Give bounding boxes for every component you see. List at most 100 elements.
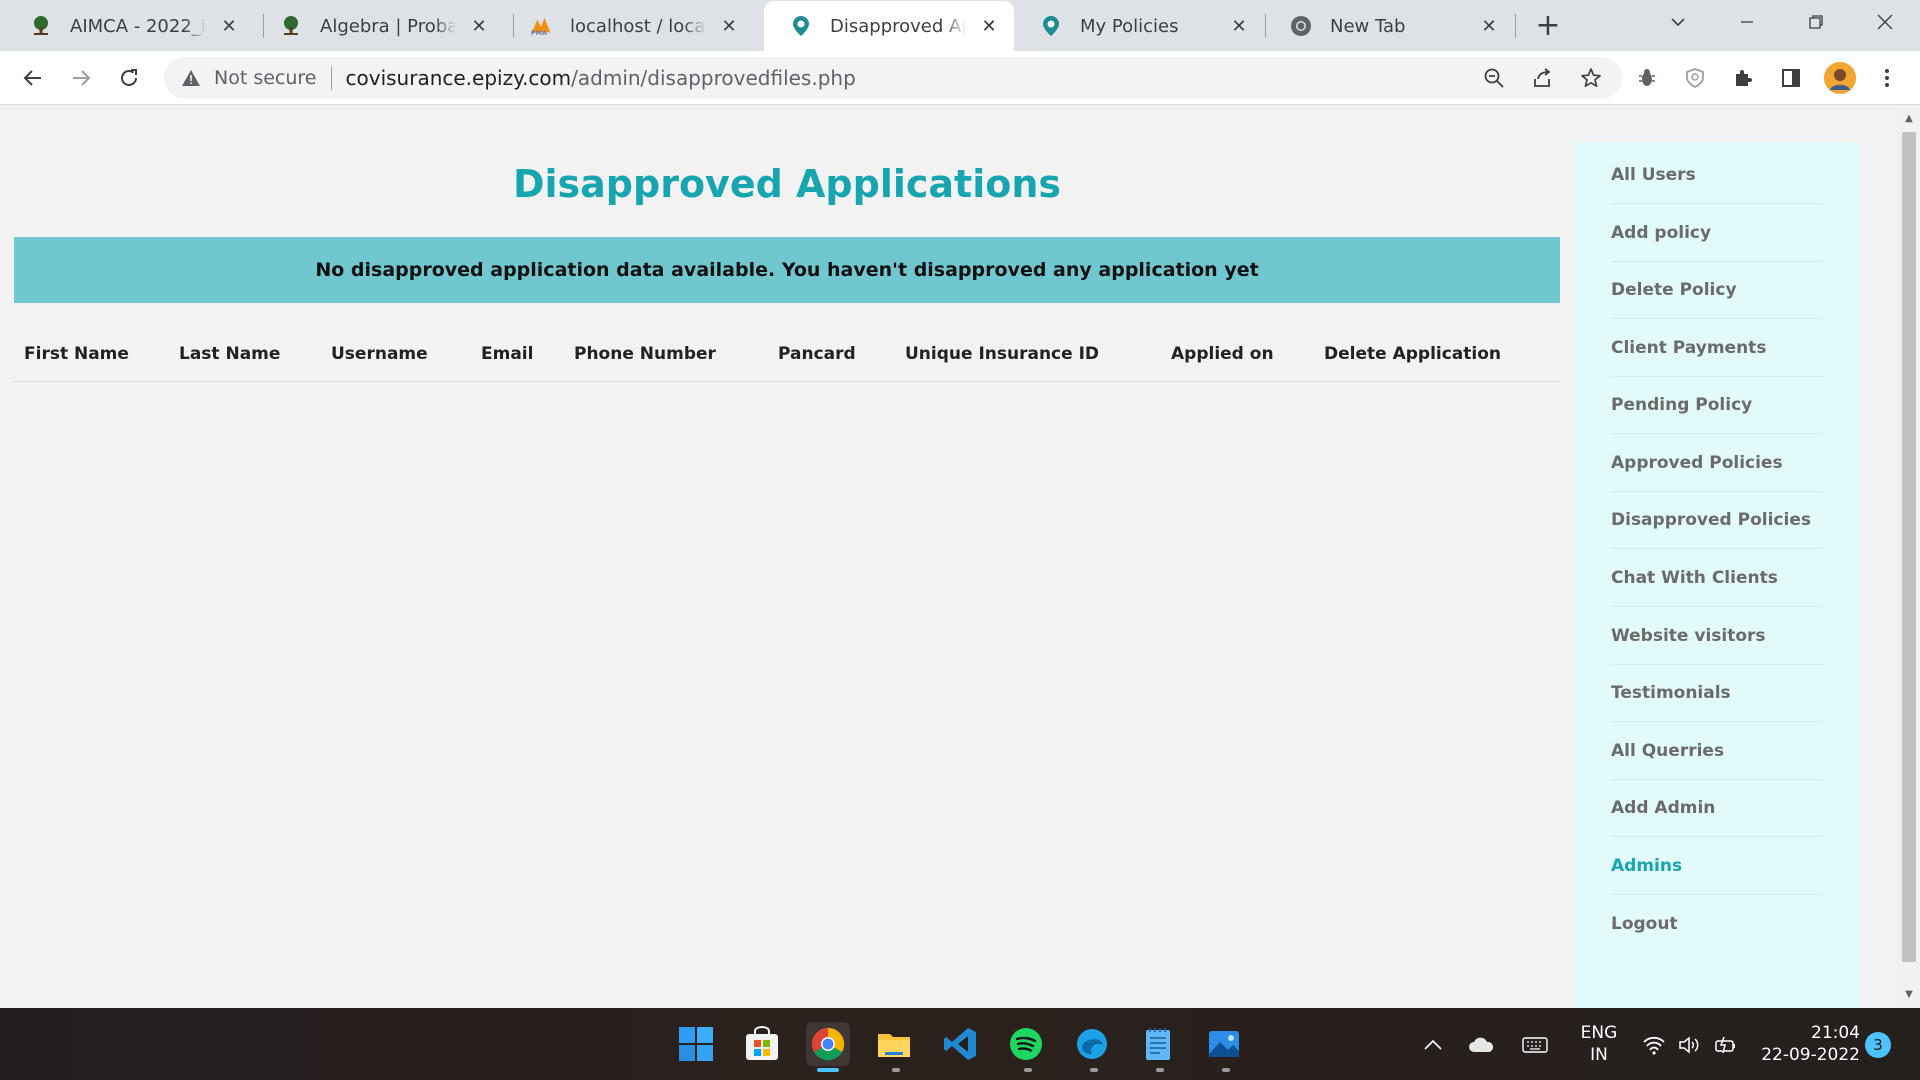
tab-algebra[interactable]: Algebra | Probability ✕ — [254, 1, 504, 51]
share-icon[interactable] — [1531, 66, 1555, 90]
taskbar-file-explorer[interactable] — [872, 1022, 916, 1066]
avatar — [1824, 62, 1856, 94]
sidebar-item-testimonials[interactable]: Testimonials — [1611, 664, 1823, 722]
sidebar-item-add-admin[interactable]: Add Admin — [1611, 779, 1823, 837]
taskbar-notepad[interactable] — [1136, 1022, 1180, 1066]
chevron-down-icon — [1671, 18, 1685, 27]
notification-badge[interactable]: 3 — [1865, 1032, 1891, 1058]
close-icon[interactable]: ✕ — [1228, 15, 1250, 37]
sidebar-item-pending-policy[interactable]: Pending Policy — [1611, 376, 1823, 434]
address-bar[interactable]: Not secure covisurance.epizy.com/admin/d… — [164, 57, 1622, 99]
alert-message: No disapproved application data availabl… — [315, 259, 1259, 281]
omnibox-divider — [330, 66, 332, 90]
star-icon[interactable] — [1579, 66, 1603, 90]
taskbar-store[interactable] — [740, 1022, 784, 1066]
sidebar-item-disapproved-policies[interactable]: Disapproved Policies — [1611, 491, 1823, 549]
browser-menu-button[interactable] — [1872, 63, 1902, 93]
onedrive-icon[interactable] — [1468, 1032, 1494, 1058]
close-window-button[interactable] — [1867, 6, 1903, 38]
url-host: covisurance.epizy.com — [345, 66, 572, 90]
empty-state-alert: No disapproved application data availabl… — [14, 237, 1560, 303]
back-button[interactable] — [18, 63, 48, 93]
taskbar-edge[interactable] — [1070, 1022, 1114, 1066]
tab-disapproved-applications[interactable]: Disapproved Applications ✕ — [764, 1, 1014, 51]
taskbar-spotify[interactable] — [1004, 1022, 1048, 1066]
column-header-unique-insurance-id: Unique Insurance ID — [905, 344, 1100, 364]
taskbar-photos[interactable] — [1202, 1022, 1246, 1066]
browser-tab-strip: AIMCA - 2022_F_Batch ✕ Algebra | Probabi… — [0, 0, 1920, 51]
edge-icon — [1077, 1029, 1107, 1059]
column-header-applied-on: Applied on — [1171, 344, 1274, 364]
sidebar-item-chat-with-clients[interactable]: Chat With Clients — [1611, 549, 1823, 607]
sidebar-item-website-visitors[interactable]: Website visitors — [1611, 607, 1823, 665]
reload-button[interactable] — [114, 63, 144, 93]
side-panel-icon — [1782, 69, 1800, 87]
phpmyadmin-icon: PMA — [530, 15, 552, 37]
photos-icon — [1209, 1031, 1239, 1057]
close-icon — [1877, 14, 1893, 30]
page-scrollbar[interactable]: ▲ ▼ — [1898, 106, 1920, 1008]
scroll-down-icon[interactable]: ▼ — [1903, 990, 1915, 1000]
extensions-button[interactable] — [1728, 63, 1758, 93]
close-icon[interactable]: ✕ — [468, 15, 490, 37]
reload-icon — [121, 69, 137, 86]
keyboard-icon[interactable] — [1522, 1032, 1548, 1058]
column-header-delete-application: Delete Application — [1324, 344, 1502, 364]
chrome-icon — [811, 1027, 845, 1061]
warning-icon[interactable] — [180, 67, 202, 89]
url-path: /admin/disapprovedfiles.php — [571, 66, 856, 90]
security-label[interactable]: Not secure — [214, 67, 317, 89]
scroll-thumb[interactable] — [1902, 132, 1916, 962]
extension-bug-button[interactable] — [1632, 63, 1662, 93]
tab-my-policies[interactable]: My Policies ✕ — [1014, 1, 1264, 51]
tab-localhost[interactable]: PMA localhost / localhost ✕ — [504, 1, 754, 51]
clock[interactable]: 21:04 22-09-2022 — [1752, 1022, 1860, 1066]
tab-search-button[interactable] — [1660, 6, 1696, 38]
sidebar-item-admins[interactable]: Admins — [1611, 837, 1823, 895]
side-panel-button[interactable] — [1776, 63, 1806, 93]
sidebar-item-client-payments[interactable]: Client Payments — [1611, 319, 1823, 377]
active-indicator — [817, 1068, 839, 1072]
sidebar-item-all-querries[interactable]: All Querries — [1611, 722, 1823, 780]
vscode-icon — [944, 1028, 976, 1060]
sidebar-item-approved-policies[interactable]: Approved Policies — [1611, 434, 1823, 492]
wifi-icon[interactable] — [1641, 1032, 1667, 1058]
new-tab-button[interactable]: + — [1532, 8, 1564, 43]
close-icon[interactable]: ✕ — [218, 15, 240, 37]
close-icon[interactable]: ✕ — [978, 15, 1000, 37]
scroll-up-icon[interactable]: ▲ — [1903, 114, 1915, 124]
windows-taskbar: ENG IN 21:04 22-09-2022 — [0, 1008, 1920, 1080]
volume-icon[interactable] — [1677, 1032, 1703, 1058]
sidebar-item-delete-policy[interactable]: Delete Policy — [1611, 261, 1823, 319]
forward-button[interactable] — [66, 63, 96, 93]
extension-shield-button[interactable] — [1680, 63, 1710, 93]
tab-aimca[interactable]: AIMCA - 2022_F_Batch ✕ — [4, 1, 254, 51]
chevron-up-icon[interactable] — [1420, 1032, 1446, 1058]
profile-button[interactable] — [1823, 61, 1857, 95]
shield-icon — [1686, 68, 1704, 89]
close-icon[interactable]: ✕ — [1478, 15, 1500, 37]
start-button[interactable] — [674, 1022, 718, 1066]
sidebar-item-all-users[interactable]: All Users — [1611, 146, 1823, 204]
tab-title: My Policies — [1080, 15, 1216, 37]
tab-title: AIMCA - 2022_F_Batch — [70, 15, 206, 37]
clock-time: 21:04 — [1811, 1023, 1860, 1043]
close-icon[interactable]: ✕ — [718, 15, 740, 37]
taskbar-vscode[interactable] — [938, 1022, 982, 1066]
sidebar-item-logout[interactable]: Logout — [1611, 895, 1823, 953]
spotify-icon — [1010, 1028, 1042, 1060]
arrow-left-icon — [23, 70, 41, 86]
tree-logo-icon — [280, 15, 302, 37]
battery-charging-icon[interactable] — [1713, 1032, 1739, 1058]
tab-new-tab[interactable]: New Tab ✕ — [1264, 1, 1514, 51]
tab-title: Algebra | Probability — [320, 15, 456, 37]
restore-button[interactable] — [1798, 6, 1834, 38]
sidebar-item-add-policy[interactable]: Add policy — [1611, 204, 1823, 262]
minimize-button[interactable] — [1729, 6, 1765, 38]
region-code: IN — [1590, 1045, 1608, 1065]
folder-icon — [878, 1034, 910, 1057]
language-indicator[interactable]: ENG IN — [1574, 1022, 1624, 1066]
bug-icon — [1639, 69, 1655, 86]
taskbar-chrome[interactable] — [806, 1022, 850, 1066]
zoom-icon[interactable] — [1482, 66, 1506, 90]
